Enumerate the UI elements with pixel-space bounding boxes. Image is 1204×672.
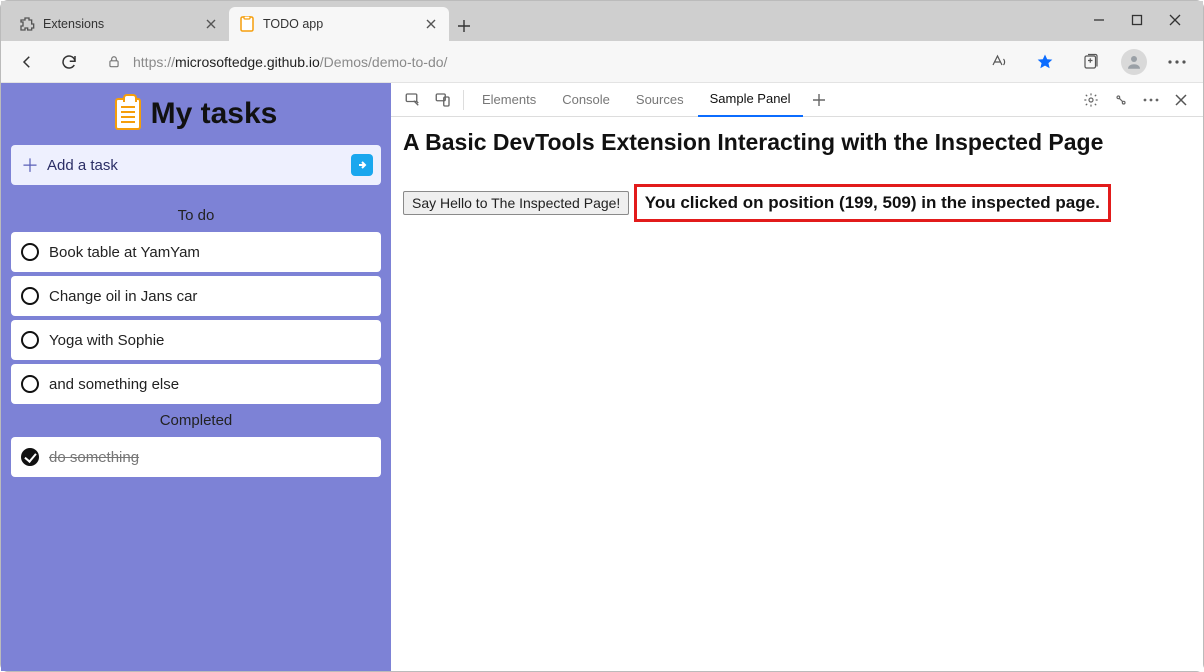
- refresh-button[interactable]: [53, 46, 85, 78]
- task-checkbox[interactable]: [21, 331, 39, 349]
- task-checkbox[interactable]: [21, 375, 39, 393]
- add-task-placeholder: Add a task: [47, 157, 118, 174]
- tab-close-button[interactable]: [423, 16, 439, 32]
- tab-title: TODO app: [263, 17, 415, 31]
- read-aloud-button[interactable]: [983, 46, 1015, 78]
- task-item[interactable]: Book table at YamYam: [11, 232, 381, 272]
- say-hello-button[interactable]: Say Hello to The Inspected Page!: [403, 191, 629, 215]
- task-item[interactable]: and something else: [11, 364, 381, 404]
- task-item[interactable]: Yoga with Sophie: [11, 320, 381, 360]
- section-label-completed: Completed: [11, 412, 381, 429]
- click-position-highlight: You clicked on position (199, 509) in th…: [634, 184, 1111, 222]
- window-minimize-button[interactable]: [1093, 14, 1107, 28]
- devtools-panel: Elements Console Sources Sample Panel A …: [391, 83, 1203, 671]
- devtools-close-button[interactable]: [1167, 86, 1195, 114]
- submit-task-button[interactable]: [351, 154, 373, 176]
- devtools-tab-sources[interactable]: Sources: [624, 83, 696, 117]
- site-info-icon[interactable]: [105, 53, 123, 71]
- devtools-settings-button[interactable]: [1077, 86, 1105, 114]
- tab-close-button[interactable]: [203, 16, 219, 32]
- panel-heading: A Basic DevTools Extension Interacting w…: [403, 129, 1191, 156]
- task-label: Change oil in Jans car: [49, 288, 197, 305]
- task-checkbox-checked[interactable]: [21, 448, 39, 466]
- devtools-issues-button[interactable]: [1107, 86, 1135, 114]
- window-close-button[interactable]: [1169, 14, 1183, 28]
- window-maximize-button[interactable]: [1131, 14, 1145, 28]
- collections-button[interactable]: [1075, 46, 1107, 78]
- new-tab-button[interactable]: [449, 11, 479, 41]
- settings-menu-button[interactable]: [1161, 46, 1193, 78]
- browser-tab-todo-app[interactable]: TODO app: [229, 7, 449, 41]
- task-checkbox[interactable]: [21, 287, 39, 305]
- task-checkbox[interactable]: [21, 243, 39, 261]
- section-label-todo: To do: [11, 207, 381, 224]
- devtools-tab-sample-panel[interactable]: Sample Panel: [698, 83, 803, 117]
- task-label: and something else: [49, 376, 179, 393]
- task-label: do something: [49, 449, 139, 466]
- devtools-more-button[interactable]: [1137, 86, 1165, 114]
- devtools-tab-elements[interactable]: Elements: [470, 83, 548, 117]
- todo-app-page: My tasks ＋ Add a task To do Book table a…: [1, 83, 391, 671]
- address-bar[interactable]: https://microsoftedge.github.io/Demos/de…: [95, 46, 967, 78]
- browser-toolbar: https://microsoftedge.github.io/Demos/de…: [1, 41, 1203, 83]
- add-task-input[interactable]: ＋ Add a task: [11, 145, 381, 185]
- inspect-element-button[interactable]: [399, 86, 427, 114]
- back-button[interactable]: [11, 46, 43, 78]
- device-toggle-button[interactable]: [429, 86, 457, 114]
- browser-titlebar: Extensions TODO app: [1, 1, 1203, 41]
- divider: [463, 90, 464, 110]
- clipboard-icon: [115, 98, 141, 130]
- task-item-completed[interactable]: do something: [11, 437, 381, 477]
- window-controls: [1077, 1, 1199, 41]
- task-label: Yoga with Sophie: [49, 332, 164, 349]
- task-item[interactable]: Change oil in Jans car: [11, 276, 381, 316]
- plus-icon: ＋: [21, 152, 39, 178]
- profile-avatar[interactable]: [1121, 49, 1147, 75]
- content-area: My tasks ＋ Add a task To do Book table a…: [1, 83, 1203, 671]
- url-text: https://microsoftedge.github.io/Demos/de…: [133, 54, 447, 70]
- devtools-add-tab-button[interactable]: [805, 86, 833, 114]
- favorite-button[interactable]: [1029, 46, 1061, 78]
- tab-title: Extensions: [43, 17, 195, 31]
- devtools-panel-body: A Basic DevTools Extension Interacting w…: [391, 117, 1203, 230]
- extension-icon: [19, 16, 35, 32]
- task-label: Book table at YamYam: [49, 244, 200, 261]
- tab-strip: Extensions TODO app: [1, 1, 479, 41]
- browser-tab-extensions[interactable]: Extensions: [9, 7, 229, 41]
- devtools-tab-console[interactable]: Console: [550, 83, 622, 117]
- clipboard-icon: [239, 16, 255, 32]
- devtools-tabbar: Elements Console Sources Sample Panel: [391, 83, 1203, 117]
- page-title: My tasks: [11, 97, 381, 131]
- click-position-message: You clicked on position (199, 509) in th…: [645, 193, 1100, 213]
